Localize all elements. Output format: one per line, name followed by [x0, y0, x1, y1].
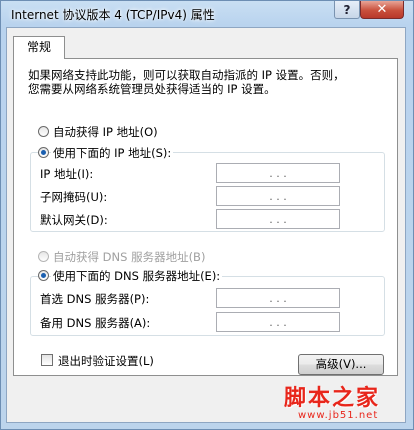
- description-text: 如果网络支持此功能，则可以获取自动指派的 IP 设置。否则， 您需要从网络系统管…: [28, 68, 345, 96]
- validate-on-exit-label[interactable]: 退出时验证设置(L): [58, 353, 154, 369]
- alternate-dns-input[interactable]: . . .: [216, 312, 340, 332]
- watermark-title: 脚本之家: [284, 385, 381, 411]
- description-line-1: 如果网络支持此功能，则可以获取自动指派的 IP 设置。否则，: [28, 68, 345, 82]
- manual-dns-radio[interactable]: [38, 270, 49, 281]
- window-title: Internet 协议版本 4 (TCP/IPv4) 属性: [11, 8, 215, 22]
- watermark-url: www.jb51.net: [298, 410, 379, 421]
- auto-dns-radio[interactable]: [38, 251, 49, 262]
- description-line-2: 您需要从网络系统管理员处获得适当的 IP 设置。: [28, 82, 276, 96]
- close-button[interactable]: ✕: [360, 1, 404, 19]
- manual-ip-label[interactable]: 使用下面的 IP 地址(S):: [51, 145, 174, 161]
- tab-general[interactable]: 常规: [13, 36, 65, 59]
- preferred-dns-label: 首选 DNS 服务器(P):: [40, 292, 150, 306]
- ip-address-input[interactable]: . . .: [216, 163, 340, 183]
- default-gateway-label: 默认网关(D):: [40, 213, 108, 227]
- auto-dns-label[interactable]: 自动获得 DNS 服务器地址(B): [53, 249, 205, 265]
- alternate-dns-label: 备用 DNS 服务器(A):: [40, 316, 151, 330]
- subnet-mask-input[interactable]: . . .: [216, 186, 340, 206]
- help-button[interactable]: ?: [334, 1, 360, 19]
- auto-ip-radio[interactable]: [38, 126, 49, 137]
- manual-dns-label[interactable]: 使用下面的 DNS 服务器地址(E):: [51, 268, 223, 284]
- default-gateway-input[interactable]: . . .: [216, 209, 340, 229]
- ip-address-label: IP 地址(I):: [40, 167, 94, 181]
- advanced-button[interactable]: 高级(V)...: [298, 354, 384, 375]
- manual-ip-radio[interactable]: [38, 147, 49, 158]
- validate-on-exit-checkbox[interactable]: [41, 354, 53, 366]
- site-watermark: 脚本之家 www.jb51.net: [284, 380, 404, 428]
- preferred-dns-input[interactable]: . . .: [216, 288, 340, 308]
- subnet-mask-label: 子网掩码(U):: [40, 190, 108, 204]
- auto-ip-label[interactable]: 自动获得 IP 地址(O): [53, 124, 158, 140]
